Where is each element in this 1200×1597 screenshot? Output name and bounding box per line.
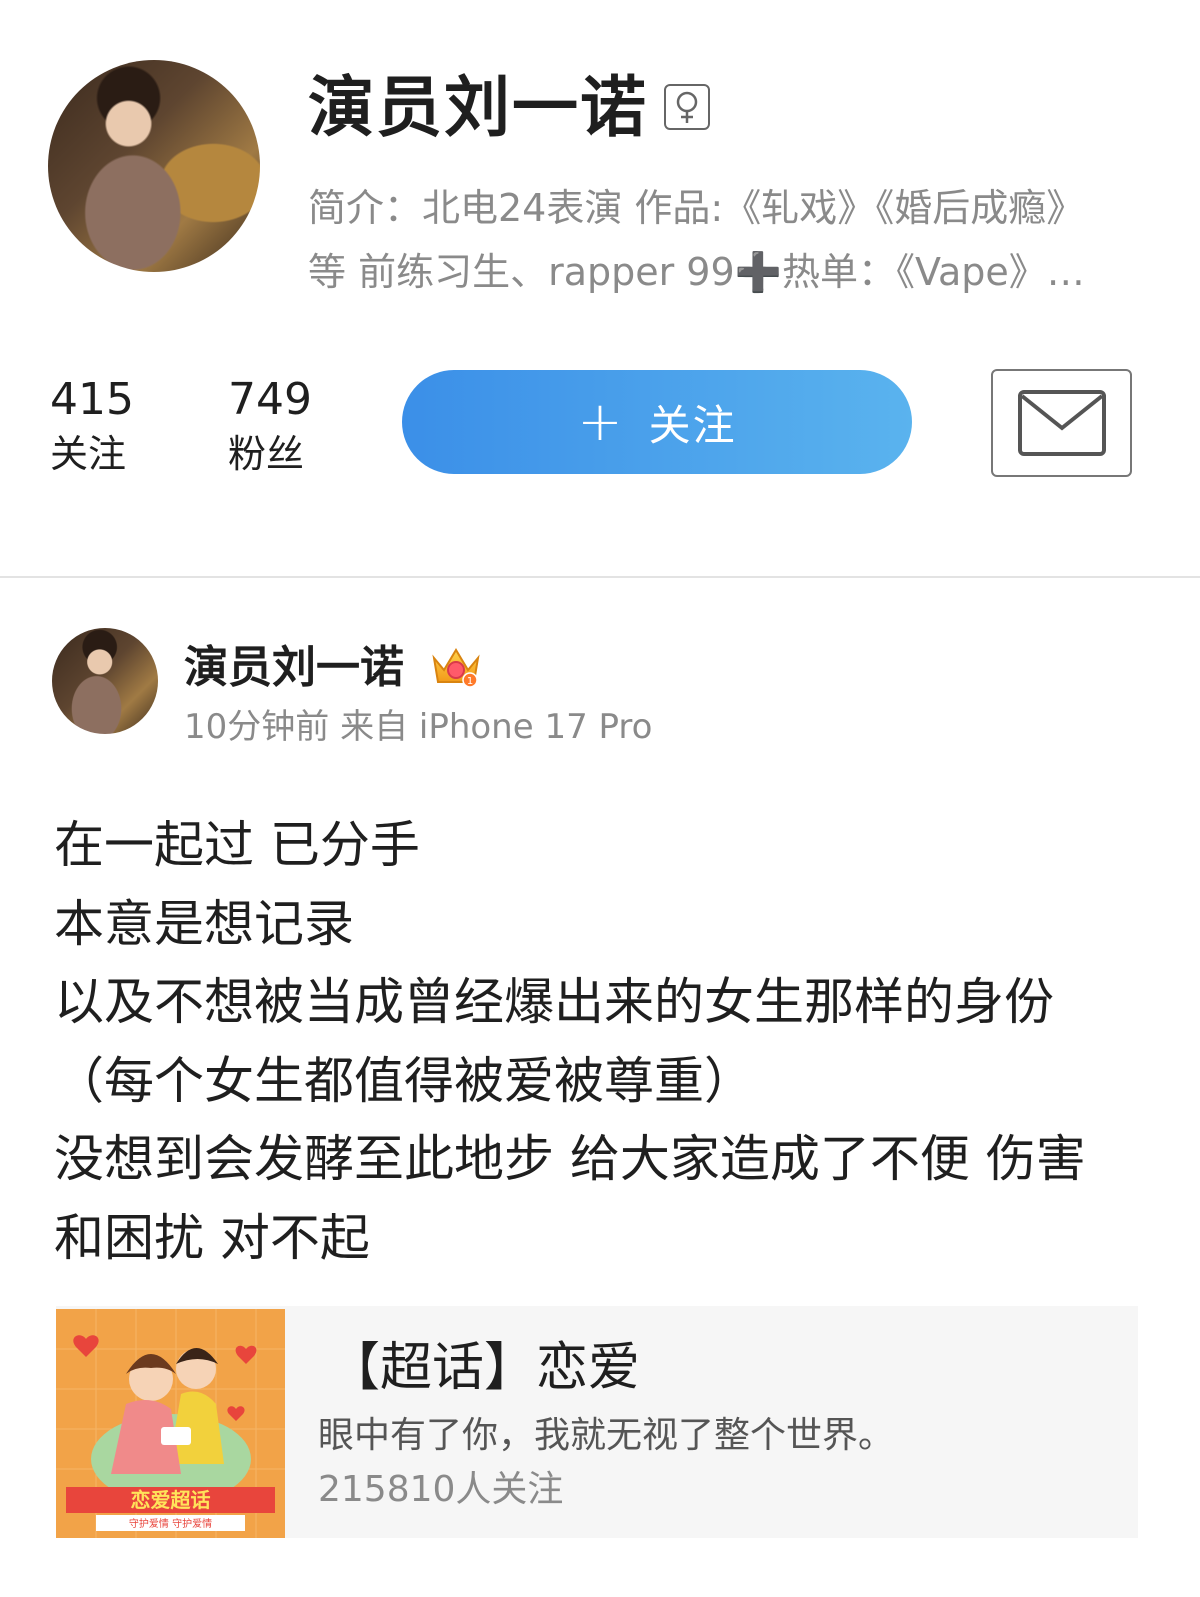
crown-icon[interactable]: 1 — [430, 644, 482, 690]
fans-count: 749 — [228, 374, 312, 425]
follow-button[interactable]: + 关注 — [402, 370, 912, 474]
super-topic-followers: 215810人关注 — [318, 1469, 564, 1510]
fans-label: 粉丝 — [228, 432, 305, 476]
mail-icon — [1017, 390, 1106, 456]
post-author-name[interactable]: 演员刘一诺 — [184, 640, 404, 696]
following-label: 关注 — [50, 432, 127, 476]
following-stat[interactable]: 415 关注 — [50, 374, 134, 482]
fans-stat[interactable]: 749 粉丝 — [228, 374, 312, 482]
post-line: 没想到会发酵至此地步 给大家造成了不便 伤害 — [54, 1130, 1086, 1188]
profile-name: 演员刘一诺 — [308, 69, 648, 146]
super-topic-card[interactable]: 恋爱超话 守护爱情 守护爱情 【超话】恋爱 眼中有了你，我就无视了整个世界。 2… — [56, 1306, 1138, 1538]
svg-text:1: 1 — [467, 676, 473, 687]
profile-page: 演员刘一诺 简介：北电24表演 作品:《轧戏》《婚后成瘾》 等 前练习生、rap… — [0, 0, 1200, 1597]
thumb-caption: 恋爱超话 — [131, 1488, 211, 1512]
post-line: （每个女生都值得被爱被尊重） — [54, 1051, 754, 1110]
follow-button-label: 关注 — [648, 400, 737, 450]
super-topic-thumbnail: 恋爱超话 守护爱情 守护爱情 — [56, 1309, 285, 1538]
profile-bio-line-1[interactable]: 简介：北电24表演 作品:《轧戏》《婚后成瘾》 — [308, 184, 1084, 232]
message-button[interactable] — [991, 369, 1132, 477]
thumb-subcaption: 守护爱情 守护爱情 — [129, 1517, 212, 1530]
profile-avatar[interactable] — [48, 60, 260, 272]
post-line: 在一起过 已分手 — [54, 816, 420, 874]
following-count: 415 — [50, 374, 134, 425]
post-body: 在一起过 已分手 本意是想记录 以及不想被当成曾经爆出来的女生那样的身份 （每个… — [54, 806, 1154, 1277]
super-topic-description: 眼中有了你，我就无视了整个世界。 — [318, 1415, 895, 1456]
post-author-avatar[interactable] — [52, 628, 158, 734]
post-line: 和困扰 对不起 — [54, 1208, 370, 1267]
post-meta: 10分钟前 来自 iPhone 17 Pro — [184, 707, 653, 747]
section-divider — [0, 576, 1200, 578]
super-topic-title: 【超话】恋爱 — [328, 1338, 641, 1398]
couple-illustration: 恋爱超话 守护爱情 守护爱情 — [56, 1309, 285, 1538]
plus-icon: + — [577, 390, 625, 453]
post-line: 本意是想记录 — [54, 894, 354, 953]
profile-bio-line-2[interactable]: 等 前练习生、rapper 99➕热单：《Vape》… — [308, 248, 1085, 296]
female-icon — [664, 84, 710, 130]
post-line: 以及不想被当成曾经爆出来的女生那样的身份 — [54, 973, 1054, 1031]
